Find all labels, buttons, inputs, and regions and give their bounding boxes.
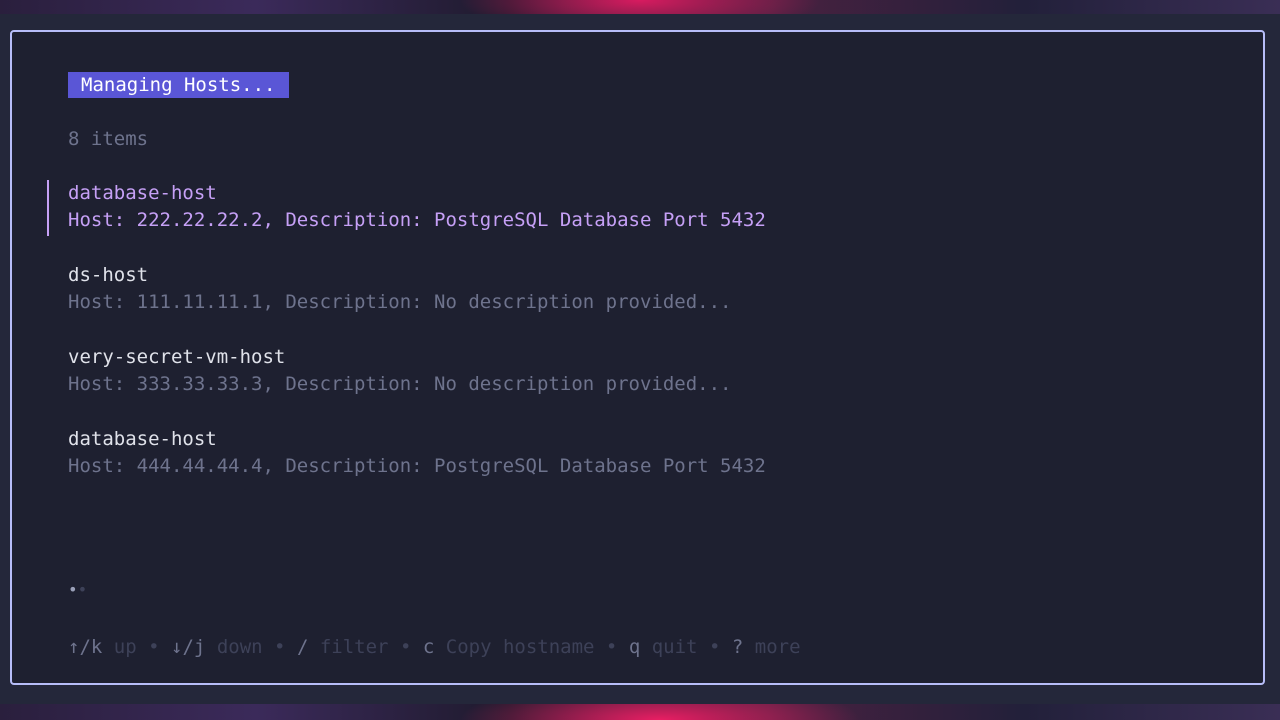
- host-details: Host: 333.33.33.3, Description: No descr…: [68, 373, 732, 395]
- help-desc-quit: quit: [651, 636, 698, 658]
- help-key-filter: /: [296, 636, 309, 658]
- page-dot-inactive: •: [77, 580, 88, 599]
- page-title: Managing Hosts...: [68, 72, 290, 98]
- help-desc-up: up: [113, 636, 137, 658]
- help-key-more: ?: [731, 636, 744, 658]
- help-separator: •: [274, 636, 286, 658]
- help-key-copy: c: [422, 636, 435, 658]
- help-separator: •: [708, 636, 721, 658]
- help-separator: •: [148, 636, 160, 658]
- host-name: very-secret-vm-host: [68, 346, 286, 368]
- host-item[interactable]: database-host Host: 444.44.44.4, Descrip…: [68, 426, 1223, 480]
- host-name: database-host: [68, 182, 217, 204]
- help-desc-more: more: [754, 636, 801, 658]
- host-details: Host: 222.22.22.2, Description: PostgreS…: [68, 209, 766, 231]
- help-key-up: ↑/k: [68, 636, 103, 658]
- host-item-selected[interactable]: database-host Host: 222.22.22.2, Descrip…: [47, 180, 1223, 236]
- pagination-dots: ••: [68, 580, 87, 600]
- host-list: database-host Host: 222.22.22.2, Descrip…: [47, 180, 1223, 480]
- help-bar: ↑/k up • ↓/j down • / filter • c Copy ho…: [68, 634, 801, 660]
- help-desc-filter: filter: [319, 636, 389, 658]
- host-list-view: Managing Hosts... 8 items database-host …: [47, 72, 1223, 508]
- help-desc-down: down: [216, 636, 263, 658]
- list-frame: Managing Hosts... 8 items database-host …: [10, 30, 1265, 685]
- host-details: Host: 111.11.11.1, Description: No descr…: [68, 291, 732, 313]
- host-name: database-host: [68, 428, 217, 450]
- host-details: Host: 444.44.44.4, Description: PostgreS…: [68, 455, 766, 477]
- page-dot-active: •: [68, 580, 78, 599]
- host-item[interactable]: ds-host Host: 111.11.11.1, Description: …: [68, 262, 1223, 316]
- help-separator: •: [399, 636, 412, 658]
- item-count: 8 items: [68, 128, 149, 150]
- help-key-down: ↓/j: [171, 636, 206, 658]
- help-separator: •: [605, 636, 618, 658]
- host-name: ds-host: [68, 264, 149, 286]
- host-item[interactable]: very-secret-vm-host Host: 333.33.33.3, D…: [68, 344, 1223, 398]
- help-desc-copy: Copy hostname: [445, 636, 595, 658]
- help-key-quit: q: [628, 636, 641, 658]
- terminal-window: Managing Hosts... 8 items database-host …: [0, 14, 1280, 704]
